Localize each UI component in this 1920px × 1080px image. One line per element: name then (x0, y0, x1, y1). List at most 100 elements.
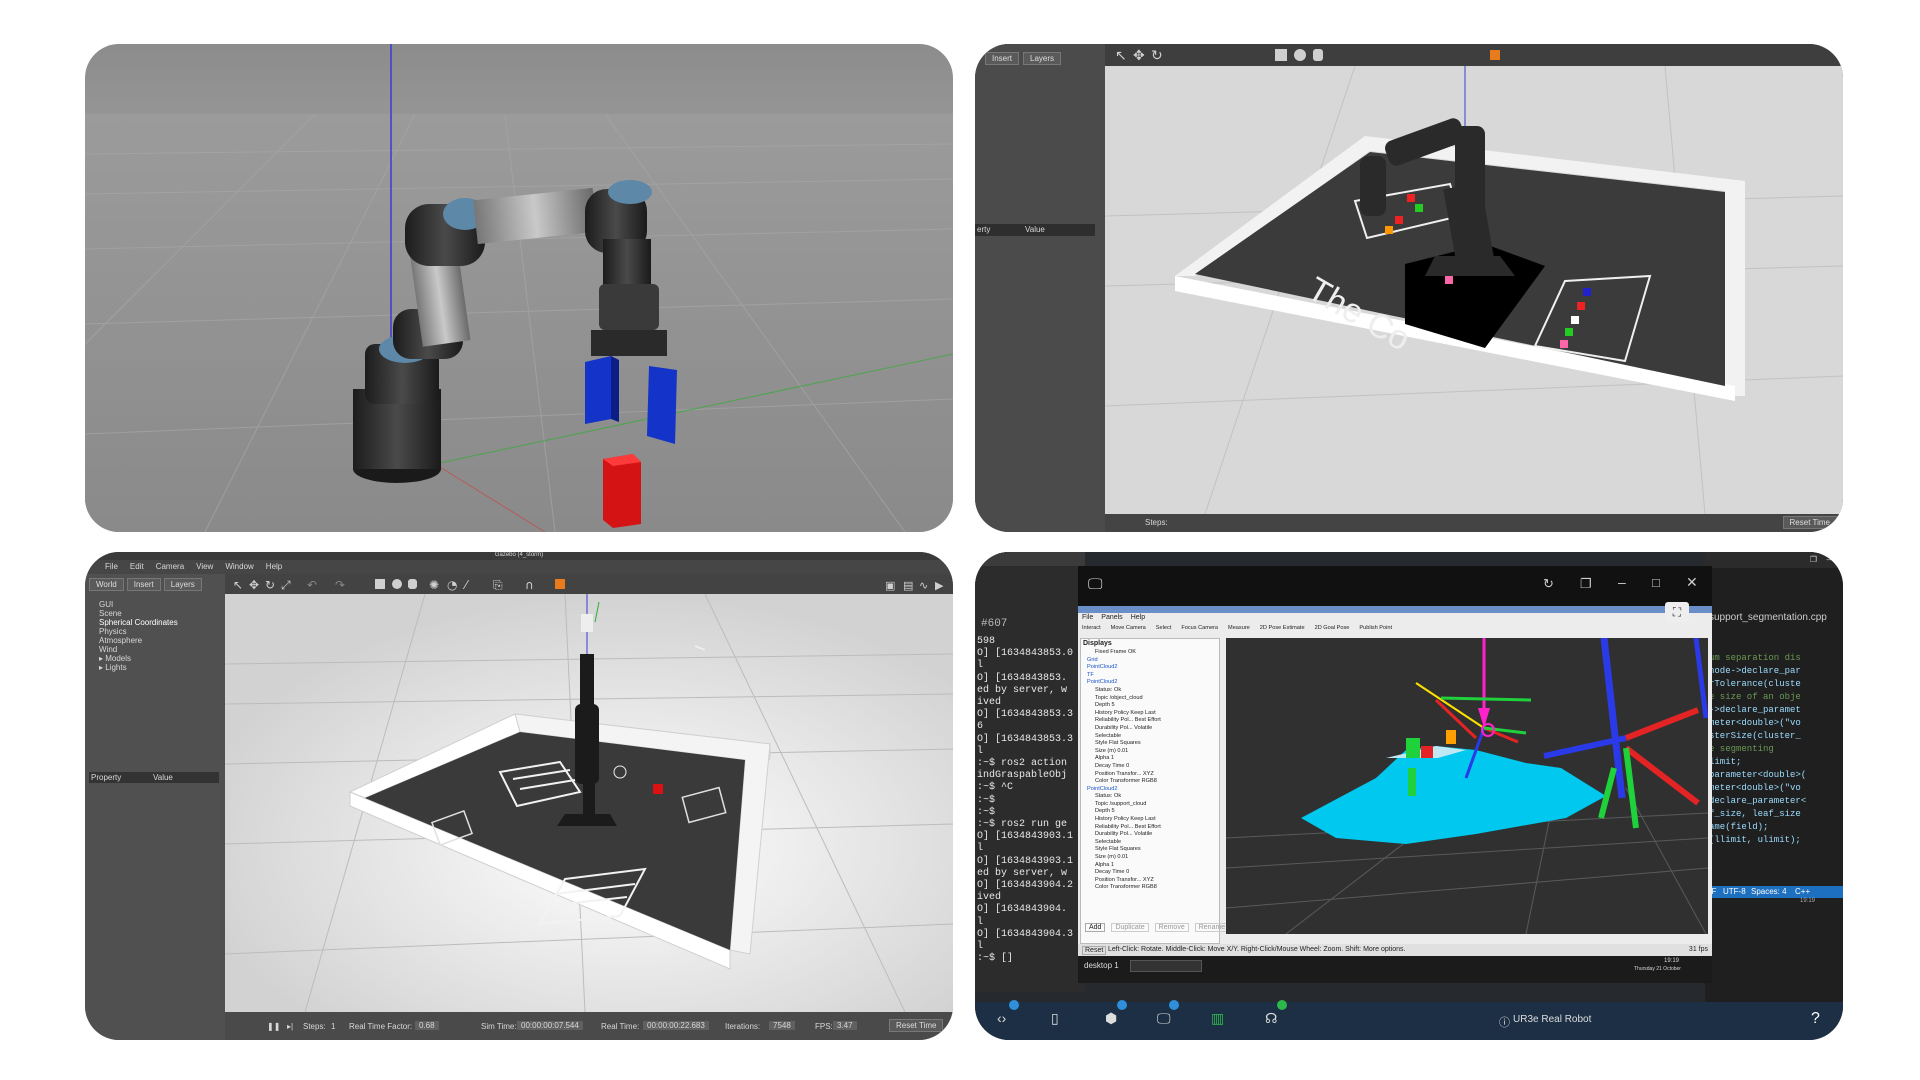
display-item[interactable]: History Policy Keep Last (1085, 816, 1161, 824)
tree-item[interactable]: ▸ Lights (99, 663, 178, 672)
remote-desktop[interactable]: #607 598 O] [1634843853.0 l O] [1634843853.… (975, 552, 1843, 1040)
menu-help[interactable]: Help (266, 562, 282, 571)
display-item[interactable]: Alpha 1 (1085, 862, 1161, 870)
rviz-tool[interactable]: Select (1156, 625, 1172, 631)
display-item[interactable]: Status: Ok (1085, 793, 1161, 801)
display-item[interactable]: Color Transformer RGB8 (1085, 884, 1161, 892)
rviz-tool[interactable]: Interact (1082, 625, 1101, 631)
menu-file[interactable]: File (1082, 614, 1093, 621)
rviz-tool[interactable]: Measure (1228, 625, 1250, 631)
rename-button[interactable]: Rename (1194, 923, 1230, 932)
tab-insert[interactable]: Insert (985, 52, 1020, 65)
display-item[interactable]: Size (m) 0.01 (1085, 854, 1161, 862)
taskbar-app[interactable] (1130, 960, 1202, 972)
book-icon[interactable]: ▥ (1211, 1010, 1224, 1027)
rviz-tool[interactable]: 2D Pose Estimate (1260, 625, 1305, 631)
display-item[interactable]: Durability Pol... Volatile (1085, 831, 1161, 839)
reset-time-button[interactable]: Reset Time (1782, 516, 1837, 529)
menu-help[interactable]: Help (1131, 614, 1145, 621)
code-icon[interactable]: ‹› (997, 1010, 1006, 1026)
display-item[interactable]: PointCloud2 (1085, 679, 1161, 687)
display-item[interactable]: TF (1085, 672, 1161, 680)
editor-tab[interactable]: support_segmentation.cpp (1709, 612, 1827, 623)
display-item[interactable]: Style Flat Squares (1085, 740, 1161, 748)
menu-edit[interactable]: Edit (130, 562, 144, 571)
notebook-icon[interactable]: ▯ (1051, 1010, 1059, 1027)
display-item[interactable]: PointCloud2 (1085, 664, 1161, 672)
menu-file[interactable]: File (105, 562, 118, 571)
maximize-icon[interactable]: □ (1652, 575, 1660, 590)
gazebo-arm-view[interactable] (85, 44, 953, 532)
tree-item[interactable]: Wind (99, 645, 178, 654)
display-item[interactable]: Position Transfor... XYZ (1085, 877, 1161, 885)
display-item[interactable]: Reliability Pol... Best Effort (1085, 824, 1161, 832)
restore-icon[interactable]: ❐ (1580, 576, 1592, 592)
cube-icon[interactable]: ⬢ (1105, 1010, 1117, 1027)
display-item[interactable]: Selectable (1085, 839, 1161, 847)
rviz-tool[interactable]: 2D Goal Pose (1315, 625, 1350, 631)
display-item[interactable]: Fixed Frame OK (1085, 649, 1161, 657)
display-item[interactable]: Status: Ok (1085, 687, 1161, 695)
rviz-tool[interactable]: Publish Point (1359, 625, 1392, 631)
minimize-icon[interactable]: – (1618, 574, 1626, 590)
display-item[interactable]: Decay Time 0 (1085, 869, 1161, 877)
display-item[interactable]: Decay Time 0 (1085, 763, 1161, 771)
code-editor[interactable]: ❐ – support_segmentation.cpp um separati… (1705, 552, 1843, 1012)
display-item[interactable]: Topic /object_cloud (1085, 695, 1161, 703)
scale-view-icon[interactable]: ⛶ (1665, 602, 1689, 622)
help-icon[interactable]: ? (1811, 1010, 1820, 1028)
tab-insert[interactable]: Insert (126, 578, 161, 591)
rviz-window[interactable]: 🖵 ↻ ❐ – □ ✕ File Panels Help Interact Mov… (1078, 566, 1712, 983)
gazebo-window[interactable]: Gazebo (4_storm) File Edit Camera View W… (85, 552, 953, 1040)
display-item[interactable]: PointCloud2 (1085, 786, 1161, 794)
close-icon[interactable]: ✕ (1686, 574, 1698, 591)
editor-restore-icon[interactable]: ❐ (1810, 555, 1817, 564)
tree-item[interactable]: Physics (99, 627, 178, 636)
robot-icon[interactable]: ☊ (1265, 1010, 1277, 1027)
tree-item[interactable]: Scene (99, 609, 178, 618)
menu-window[interactable]: Window (225, 562, 253, 571)
reset-button[interactable]: Reset (1082, 946, 1107, 955)
tree-item[interactable]: GUI (99, 600, 178, 609)
display-item[interactable]: Topic /support_cloud (1085, 801, 1161, 809)
steps-value[interactable]: 1 (331, 1022, 335, 1031)
remove-button[interactable]: Remove (1154, 923, 1189, 932)
display-item[interactable]: Color Transformer RGB8 (1085, 778, 1161, 786)
step-icon[interactable]: ▸| (287, 1022, 293, 1031)
display-item[interactable]: Alpha 1 (1085, 755, 1161, 763)
display-item[interactable]: Style Flat Squares (1085, 846, 1161, 854)
desktop-icon[interactable]: 🖵 (1157, 1010, 1171, 1027)
duplicate-button[interactable]: Duplicate (1111, 923, 1149, 932)
terminal-tab[interactable]: #607 (981, 618, 1007, 630)
pause-icon[interactable]: ❚❚ (267, 1022, 280, 1031)
display-item[interactable]: Reliability Pol... Best Effort (1085, 717, 1161, 725)
rviz-3d-view[interactable] (1226, 638, 1708, 934)
display-item[interactable]: Size (m) 0.01 (1085, 748, 1161, 756)
terminal[interactable]: #607 598 O] [1634843853.0 l O] [1634843853.… (975, 552, 1085, 992)
display-item[interactable]: Depth 5 (1085, 702, 1161, 710)
tab-world[interactable]: World (89, 578, 124, 591)
add-button[interactable]: Add (1085, 923, 1106, 932)
tab-layers[interactable]: Layers (163, 578, 202, 591)
menu-panels[interactable]: Panels (1101, 614, 1122, 621)
tab-layers[interactable]: Layers (1023, 52, 1062, 65)
rviz-tool[interactable]: Move Camera (1111, 625, 1146, 631)
refresh-icon[interactable]: ↻ (1543, 576, 1554, 592)
tree-item[interactable]: Spherical Coordinates (99, 618, 178, 627)
reset-time-button[interactable]: Reset Time (889, 1019, 944, 1032)
display-item[interactable]: Durability Pol... Volatile (1085, 725, 1161, 733)
tree-item[interactable]: Atmosphere (99, 636, 178, 645)
display-item[interactable]: History Policy Keep Last (1085, 710, 1161, 718)
editor-min-icon[interactable]: – (1827, 555, 1831, 564)
display-item[interactable]: Selectable (1085, 733, 1161, 741)
display-item[interactable]: Position Transfor... XYZ (1085, 771, 1161, 779)
tree-item[interactable]: ▸ Models (99, 654, 178, 663)
menu-camera[interactable]: Camera (156, 562, 184, 571)
robot-label[interactable]: UR3e Real Robot (1513, 1014, 1591, 1025)
desktop-label[interactable]: desktop 1 (1084, 961, 1119, 970)
menu-view[interactable]: View (196, 562, 213, 571)
gazebo-cell-view[interactable]: Insert Layers erty Value ↖ ✥ ↻ The Co St… (975, 44, 1843, 532)
display-item[interactable]: Grid (1085, 657, 1161, 665)
display-item[interactable]: Depth 5 (1085, 808, 1161, 816)
rviz-tool[interactable]: Focus Camera (1181, 625, 1218, 631)
